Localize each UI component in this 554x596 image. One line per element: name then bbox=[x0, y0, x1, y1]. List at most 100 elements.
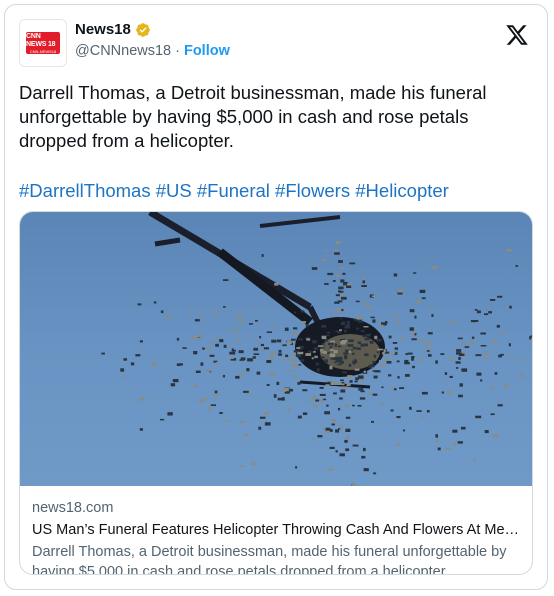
debris-particle bbox=[344, 325, 350, 329]
debris-particle bbox=[223, 279, 229, 281]
debris-particle bbox=[302, 389, 308, 392]
debris-particle bbox=[370, 316, 375, 319]
debris-particle bbox=[334, 252, 340, 255]
hashtag-link[interactable]: #Funeral bbox=[197, 180, 270, 201]
debris-particle bbox=[259, 336, 262, 339]
debris-particle bbox=[455, 361, 461, 364]
card-domain: news18.com bbox=[32, 500, 114, 516]
debris-particle bbox=[335, 241, 341, 244]
hashtag-link[interactable]: #DarrellThomas bbox=[19, 180, 151, 201]
debris-particle bbox=[237, 317, 242, 321]
debris-particle bbox=[266, 360, 272, 363]
debris-particle bbox=[431, 314, 434, 317]
debris-particle bbox=[381, 386, 384, 389]
debris-particle bbox=[339, 453, 345, 457]
debris-particle bbox=[338, 286, 344, 290]
debris-particle bbox=[170, 383, 176, 387]
debris-particle bbox=[480, 345, 487, 347]
card-image[interactable] bbox=[20, 212, 532, 486]
debris-particle bbox=[449, 375, 453, 378]
card-title[interactable]: US Man’s Funeral Features Helicopter Thr… bbox=[32, 520, 520, 540]
debris-particle bbox=[361, 455, 366, 459]
debris-particle bbox=[293, 327, 298, 330]
debris-particle bbox=[239, 373, 245, 376]
logo-text: CNN NEWS 18 bbox=[26, 32, 56, 48]
debris-particle bbox=[348, 363, 352, 367]
debris-particle bbox=[328, 343, 331, 346]
debris-particle bbox=[373, 375, 378, 379]
debris-particle bbox=[311, 437, 315, 440]
debris-particle bbox=[278, 353, 282, 356]
debris-particle bbox=[199, 399, 204, 403]
debris-particle bbox=[363, 468, 369, 472]
debris-particle bbox=[341, 308, 344, 312]
debris-particle bbox=[337, 360, 343, 363]
debris-particle bbox=[300, 359, 304, 362]
debris-particle bbox=[321, 324, 327, 328]
avatar[interactable]: CNN NEWS 18 CNN-NEWS18 bbox=[19, 19, 67, 67]
debris-particle bbox=[261, 349, 265, 352]
tweet-text: Darrell Thomas, a Detroit businessman, m… bbox=[19, 82, 487, 151]
follow-button[interactable]: Follow bbox=[184, 43, 230, 59]
debris-particle bbox=[356, 347, 361, 350]
x-logo-icon[interactable] bbox=[505, 23, 529, 47]
debris-particle bbox=[235, 375, 240, 379]
debris-particle bbox=[182, 347, 187, 349]
debris-particle bbox=[313, 404, 318, 408]
debris-particle bbox=[329, 346, 333, 349]
debris-particle bbox=[222, 374, 225, 378]
tweet-card[interactable]: CNN NEWS 18 CNN-NEWS18 News18 @CNNnews18… bbox=[4, 4, 548, 590]
debris-particle bbox=[494, 372, 498, 375]
debris-particle bbox=[458, 394, 463, 398]
debris-particle bbox=[354, 368, 360, 371]
logo-subtext: CNN-NEWS18 bbox=[29, 48, 57, 54]
hashtag-link[interactable]: #Helicopter bbox=[355, 180, 449, 201]
debris-particle bbox=[357, 405, 362, 407]
debris-particle bbox=[372, 319, 376, 323]
debris-particle bbox=[297, 351, 304, 355]
debris-particle bbox=[276, 339, 282, 343]
debris-particle bbox=[373, 354, 376, 358]
debris-particle bbox=[364, 302, 368, 306]
debris-particle bbox=[229, 357, 234, 359]
debris-particle bbox=[418, 358, 423, 362]
debris-particle bbox=[352, 346, 357, 350]
debris-particle bbox=[497, 404, 503, 407]
debris-particle bbox=[239, 421, 246, 423]
debris-particle bbox=[291, 359, 297, 362]
debris-particle bbox=[212, 394, 219, 397]
debris-particle bbox=[426, 348, 432, 351]
debris-particle bbox=[238, 350, 244, 354]
debris-particle bbox=[461, 343, 466, 345]
debris-particle bbox=[311, 267, 318, 270]
debris-particle bbox=[256, 371, 261, 375]
debris-particle bbox=[273, 324, 276, 327]
debris-particle bbox=[411, 357, 414, 361]
debris-particle bbox=[339, 329, 342, 331]
debris-particle bbox=[312, 340, 317, 344]
debris-particle bbox=[269, 372, 275, 376]
debris-particle bbox=[365, 333, 371, 337]
account-name[interactable]: News18 bbox=[75, 21, 131, 38]
debris-particle bbox=[337, 308, 342, 313]
link-preview-card[interactable]: news18.com US Man’s Funeral Features Hel… bbox=[19, 211, 533, 575]
debris-particle bbox=[329, 446, 335, 449]
account-handle[interactable]: @CNNnews18 bbox=[75, 43, 171, 59]
debris-particle bbox=[252, 356, 256, 359]
debris-particle bbox=[341, 340, 348, 343]
hashtag-link[interactable]: #US bbox=[156, 180, 192, 201]
debris-particle bbox=[313, 372, 316, 376]
debris-particle bbox=[428, 308, 431, 311]
debris-particle bbox=[176, 337, 180, 341]
debris-particle bbox=[475, 354, 482, 357]
debris-particle bbox=[301, 321, 306, 324]
debris-particle bbox=[509, 305, 512, 309]
debris-particle bbox=[450, 320, 456, 323]
hashtag-link[interactable]: #Flowers bbox=[275, 180, 350, 201]
debris-particle bbox=[270, 351, 276, 355]
debris-particle bbox=[191, 336, 197, 340]
debris-particle bbox=[329, 365, 333, 370]
debris-particle bbox=[458, 356, 461, 360]
debris-particle bbox=[202, 347, 205, 350]
debris-particle bbox=[358, 320, 363, 323]
